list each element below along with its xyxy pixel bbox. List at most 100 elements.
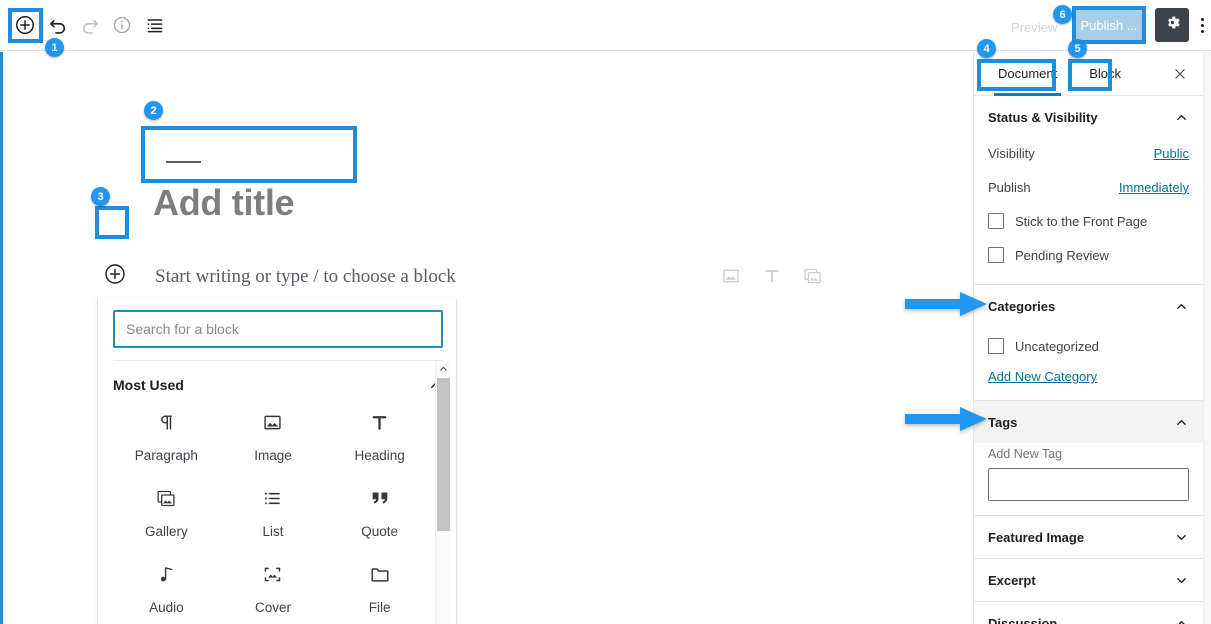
block-label: File bbox=[368, 600, 391, 615]
checkbox-row-sticky[interactable]: Stick to the Front Page bbox=[988, 206, 1189, 236]
block-item-list[interactable]: List bbox=[220, 485, 327, 539]
block-item-paragraph[interactable]: Paragraph bbox=[113, 409, 220, 463]
visibility-label: Visibility bbox=[988, 145, 1035, 161]
highlight-box-add-block bbox=[8, 8, 43, 43]
block-type-grid: Paragraph Image Heading Gallery List Quo… bbox=[113, 409, 433, 615]
block-inserter-button[interactable] bbox=[101, 260, 129, 288]
chevron-up-icon[interactable] bbox=[1174, 415, 1189, 430]
block-label: Heading bbox=[354, 448, 405, 463]
kebab-menu-icon bbox=[1200, 29, 1204, 33]
panel-header-featured-image[interactable]: Featured Image bbox=[974, 516, 1203, 558]
uncategorized-checkbox[interactable] bbox=[988, 338, 1004, 354]
block-item-audio[interactable]: Audio bbox=[113, 561, 220, 615]
sticky-label: Stick to the Front Page bbox=[1015, 213, 1148, 229]
highlight-box-block-tab bbox=[1068, 59, 1112, 91]
settings-sidebar: Document Block Status & Visibility Visib… bbox=[973, 52, 1203, 624]
publish-value-button[interactable]: Immediately bbox=[1119, 180, 1189, 195]
block-label: Cover bbox=[254, 600, 291, 615]
pending-review-label: Pending Review bbox=[1015, 247, 1109, 263]
annotation-badge-3: 3 bbox=[91, 187, 110, 206]
add-new-category-link[interactable]: Add New Category bbox=[988, 369, 1097, 384]
panel-body-status-visibility: Visibility Public Publish Immediately St… bbox=[974, 138, 1203, 284]
panel-header-tags[interactable]: Tags bbox=[974, 401, 1203, 443]
highlight-box-post-title bbox=[141, 126, 357, 183]
block-item-image[interactable]: Image bbox=[220, 409, 327, 463]
panel-body-tags: Add New Tag bbox=[974, 447, 1203, 515]
panel-categories: Categories Uncategorized Add New Categor… bbox=[974, 285, 1203, 401]
panel-title-label: Status & Visibility bbox=[988, 109, 1098, 125]
uncategorized-label: Uncategorized bbox=[1015, 338, 1099, 354]
highlight-box-document-tab bbox=[977, 59, 1056, 91]
more-options-button[interactable] bbox=[1193, 10, 1211, 40]
quote-icon bbox=[369, 485, 391, 511]
panel-header-excerpt[interactable]: Excerpt bbox=[974, 559, 1203, 601]
list-icon bbox=[262, 485, 283, 511]
gear-icon bbox=[1163, 13, 1182, 37]
paragraph-placeholder[interactable]: Start writing or type / to choose a bloc… bbox=[155, 266, 456, 288]
editor-toolbar: Preview Publish ... bbox=[0, 0, 1211, 51]
add-new-tag-input[interactable] bbox=[988, 468, 1189, 501]
block-search-input[interactable] bbox=[113, 310, 443, 348]
chevron-down-icon[interactable] bbox=[1174, 573, 1189, 588]
heading-icon[interactable] bbox=[758, 262, 786, 290]
annotation-badge-4: 4 bbox=[977, 39, 996, 58]
inserter-divider bbox=[113, 360, 443, 361]
most-used-section-header[interactable]: Most Used bbox=[113, 369, 443, 401]
block-item-gallery[interactable]: Gallery bbox=[113, 485, 220, 539]
gallery-icon[interactable] bbox=[799, 262, 827, 290]
block-label: Paragraph bbox=[134, 448, 198, 463]
scrollbar-thumb[interactable] bbox=[437, 378, 450, 531]
block-item-quote[interactable]: Quote bbox=[326, 485, 433, 539]
block-item-cover[interactable]: Cover bbox=[220, 561, 327, 615]
screenshot-root: Preview Publish ... Add title Start writ… bbox=[0, 0, 1211, 624]
panel-title-label: Excerpt bbox=[988, 572, 1036, 588]
checkbox-row-pending-review[interactable]: Pending Review bbox=[988, 240, 1189, 270]
chevron-up-icon[interactable] bbox=[1174, 299, 1189, 314]
annotation-badge-6: 6 bbox=[1053, 5, 1072, 24]
panel-header-discussion[interactable]: Discussion bbox=[974, 602, 1203, 624]
block-item-heading[interactable]: Heading bbox=[326, 409, 433, 463]
block-label: Audio bbox=[149, 600, 184, 615]
image-icon[interactable] bbox=[717, 262, 745, 290]
block-search-wrapper bbox=[113, 310, 443, 348]
inserter-scrollbar[interactable] bbox=[435, 361, 450, 624]
panel-featured-image: Featured Image bbox=[974, 516, 1203, 559]
panel-header-status-visibility[interactable]: Status & Visibility bbox=[974, 96, 1203, 138]
page-scrollbar[interactable] bbox=[1203, 52, 1211, 624]
undo-icon[interactable] bbox=[44, 11, 72, 39]
panel-excerpt: Excerpt bbox=[974, 559, 1203, 602]
sticky-checkbox[interactable] bbox=[988, 213, 1004, 229]
block-inserter-panel: Most Used Paragraph bbox=[97, 299, 457, 624]
checkbox-row-uncategorized[interactable]: Uncategorized bbox=[988, 331, 1189, 361]
file-icon bbox=[369, 561, 391, 587]
gallery-icon bbox=[156, 485, 177, 511]
chevron-up-icon[interactable] bbox=[1174, 616, 1189, 624]
pending-review-checkbox[interactable] bbox=[988, 247, 1004, 263]
highlight-box-block-inserter bbox=[95, 206, 129, 239]
block-label: List bbox=[262, 524, 284, 539]
settings-button[interactable] bbox=[1155, 8, 1189, 42]
info-icon[interactable] bbox=[108, 11, 136, 39]
panel-header-categories[interactable]: Categories bbox=[974, 285, 1203, 327]
block-item-file[interactable]: File bbox=[326, 561, 433, 615]
panel-title-label: Featured Image bbox=[988, 529, 1085, 545]
cover-icon bbox=[262, 561, 283, 587]
visibility-value-button[interactable]: Public bbox=[1154, 146, 1189, 161]
publish-label: Publish bbox=[988, 179, 1031, 195]
list-view-icon[interactable] bbox=[141, 11, 169, 39]
annotation-arrow-tags bbox=[905, 406, 987, 437]
chevron-up-icon[interactable] bbox=[436, 361, 451, 376]
chevron-down-icon[interactable] bbox=[1174, 530, 1189, 545]
panel-title-label: Discussion bbox=[988, 615, 1058, 624]
close-sidebar-icon[interactable] bbox=[1169, 63, 1191, 85]
image-icon bbox=[262, 409, 283, 435]
chevron-up-icon[interactable] bbox=[1174, 110, 1189, 125]
annotation-arrow-categories bbox=[905, 291, 987, 322]
paragraph-icon bbox=[156, 409, 177, 435]
row-visibility: Visibility Public bbox=[988, 138, 1189, 168]
panel-title-label: Tags bbox=[988, 414, 1018, 430]
post-title-placeholder[interactable]: Add title bbox=[153, 182, 295, 224]
add-new-tag-label: Add New Tag bbox=[988, 447, 1063, 461]
highlight-box-publish-button bbox=[1072, 6, 1146, 44]
panel-body-categories: Uncategorized Add New Category bbox=[974, 331, 1203, 400]
